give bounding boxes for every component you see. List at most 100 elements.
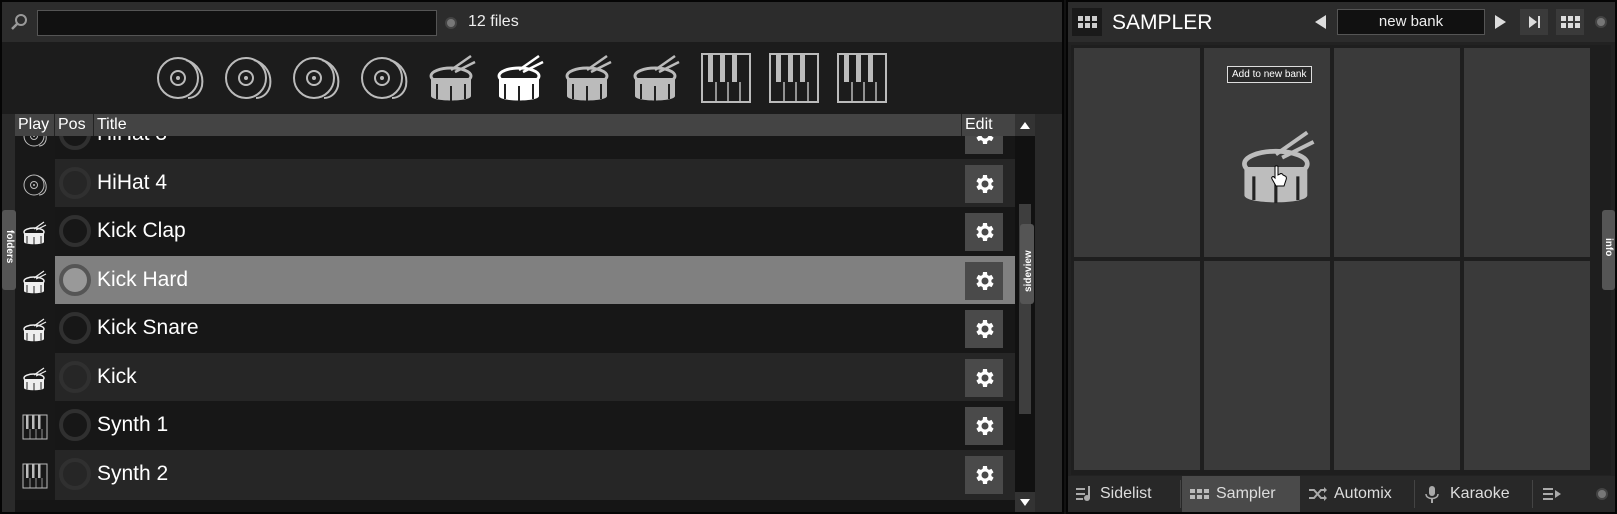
pad-grid: Add to new bank [1071, 45, 1611, 475]
tab-sidelist[interactable]: Sidelist [1068, 476, 1180, 512]
cymbal-icon[interactable] [152, 50, 208, 106]
file-browser-panel: 12 files Play Pos Title Edit HiHat 3HiHa… [0, 0, 1064, 514]
position-ring [59, 457, 91, 490]
row-title: Synth 1 [97, 413, 169, 436]
scroll-down-button[interactable] [1015, 492, 1035, 512]
column-play[interactable]: Play [18, 116, 49, 134]
layout-grid-icon[interactable] [1556, 9, 1584, 35]
drum-icon[interactable] [629, 50, 685, 106]
edit-button[interactable] [965, 455, 1003, 494]
info-tab[interactable]: info [1602, 210, 1615, 290]
sampler-pad[interactable] [1204, 261, 1330, 470]
gear-icon [972, 136, 996, 147]
row-body[interactable] [55, 136, 1033, 160]
status-dot [447, 19, 455, 27]
play-cell[interactable] [15, 304, 55, 354]
sampler-pad[interactable] [1334, 261, 1460, 470]
send-list-icon[interactable] [1543, 486, 1563, 502]
table-row[interactable]: Synth 2 [15, 449, 1033, 500]
status-dot [1598, 490, 1606, 498]
play-cell[interactable] [15, 255, 55, 306]
table-row[interactable]: Kick Hard [15, 255, 1033, 306]
table-body: HiHat 3 HiHat 4 Kick Clap Kick Hard Kick Sna… [15, 136, 1035, 512]
table-row[interactable]: HiHat 3 [15, 136, 1033, 160]
play-cell[interactable] [15, 158, 55, 209]
play-cell[interactable] [15, 449, 55, 500]
previous-bank-icon[interactable] [1312, 13, 1328, 31]
cymbal-icon[interactable] [220, 50, 276, 106]
sampler-pad[interactable] [1074, 261, 1200, 470]
edit-button[interactable] [965, 358, 1003, 397]
tab-sampler[interactable]: Sampler [1182, 476, 1300, 512]
play-cell[interactable] [15, 207, 55, 257]
piano-icon[interactable] [21, 413, 49, 441]
piano-icon[interactable] [834, 50, 890, 106]
cymbal-icon[interactable] [288, 50, 344, 106]
piano-icon[interactable] [698, 50, 754, 106]
drum-icon[interactable] [21, 316, 49, 344]
gear-icon [972, 414, 996, 438]
row-body[interactable] [55, 401, 1033, 451]
sampler-pad[interactable] [1464, 48, 1590, 257]
column-edit[interactable]: Edit [965, 116, 993, 134]
table-row[interactable]: HiHat 4 [15, 158, 1033, 209]
sampler-title: SAMPLER [1112, 11, 1213, 34]
play-cell[interactable] [15, 352, 55, 403]
search-input[interactable] [37, 10, 437, 36]
sampler-pad[interactable] [1074, 48, 1200, 257]
row-title: HiHat 4 [97, 170, 168, 194]
table-row[interactable]: Kick [15, 352, 1033, 403]
row-title: HiHat 3 [97, 136, 167, 146]
row-body[interactable] [55, 207, 1033, 257]
next-bank-icon[interactable] [1493, 13, 1509, 31]
drum-icon[interactable] [21, 365, 49, 393]
piano-icon[interactable] [766, 50, 822, 106]
sampler-pad[interactable] [1334, 48, 1460, 257]
sideview-tab[interactable]: sideview [1020, 224, 1034, 304]
cymbal-icon[interactable] [21, 136, 49, 150]
search-icon[interactable] [10, 13, 28, 31]
edit-button[interactable] [965, 261, 1003, 300]
scroll-up-button[interactable] [1015, 114, 1035, 136]
shuffle-icon [1309, 487, 1327, 501]
column-title[interactable]: Title [97, 116, 127, 134]
skip-end-icon[interactable] [1520, 9, 1548, 35]
table-row[interactable]: Synth 1 [15, 401, 1033, 451]
drum-icon[interactable] [493, 50, 549, 106]
table-row[interactable]: Kick Snare [15, 304, 1033, 354]
drum-icon[interactable] [561, 50, 617, 106]
drum-icon[interactable] [425, 50, 481, 106]
gear-icon [972, 366, 996, 390]
row-body[interactable] [55, 304, 1033, 354]
play-cell[interactable] [15, 136, 55, 160]
edit-button[interactable] [965, 213, 1003, 251]
position-ring [59, 312, 91, 344]
cymbal-icon[interactable] [356, 50, 412, 106]
row-body[interactable] [55, 158, 1033, 209]
drum-icon[interactable] [21, 219, 49, 247]
bank-name-field[interactable]: new bank [1337, 9, 1485, 35]
row-title: Kick Hard [97, 267, 189, 291]
sampler-pad[interactable] [1464, 261, 1590, 470]
edit-button[interactable] [965, 407, 1003, 445]
table-row[interactable]: Kick Clap [15, 207, 1033, 257]
row-body[interactable] [55, 255, 1033, 306]
row-body[interactable] [55, 352, 1033, 403]
column-pos[interactable]: Pos [58, 116, 86, 134]
piano-icon[interactable] [21, 462, 49, 490]
row-title: Kick [97, 364, 137, 388]
edit-button[interactable] [965, 136, 1003, 154]
edit-button[interactable] [965, 164, 1003, 203]
position-ring [59, 215, 91, 247]
edit-button[interactable] [965, 310, 1003, 348]
tab-karaoke[interactable]: Karaoke [1416, 476, 1532, 512]
row-body[interactable] [55, 449, 1033, 500]
position-ring [59, 409, 91, 441]
drum-icon[interactable] [21, 268, 49, 296]
folders-tab[interactable]: folders [2, 210, 16, 290]
play-cell[interactable] [15, 401, 55, 451]
scrollbar[interactable] [1015, 114, 1035, 512]
grid-icon[interactable] [1072, 8, 1102, 36]
cymbal-icon[interactable] [21, 171, 49, 199]
tab-automix[interactable]: Automix [1300, 476, 1414, 512]
